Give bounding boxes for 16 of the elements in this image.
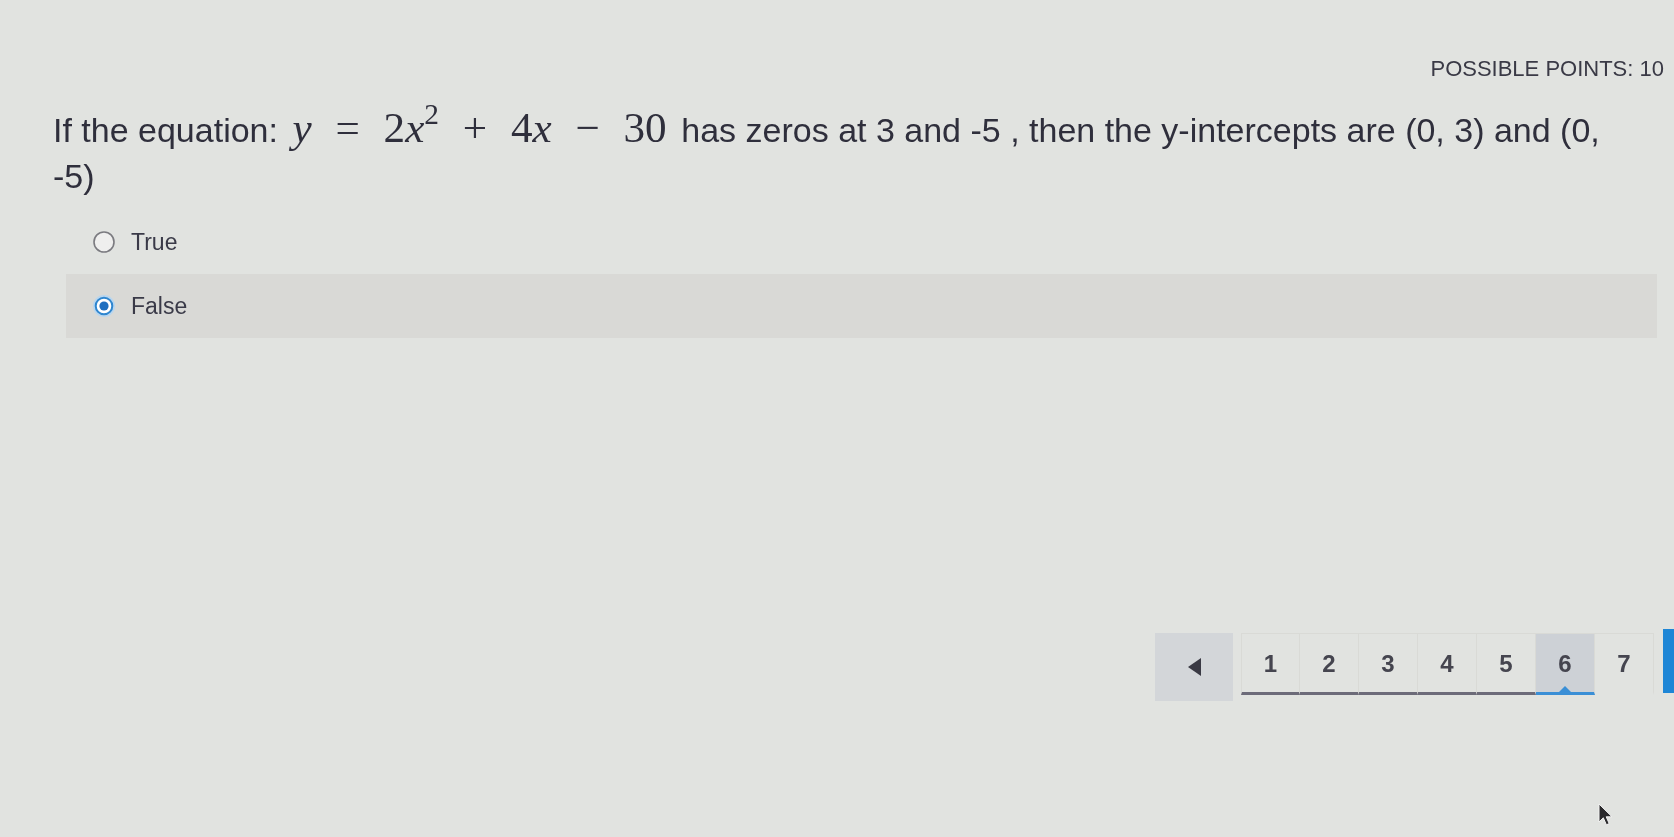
page-button[interactable]: 3 (1359, 633, 1418, 695)
question-text: If the equation: y = 2x$^{2}$ + 4x − 30 has zeros at 3 and -5 , then the y-intercepts are (0, 3) and (0, -5) (53, 105, 1601, 197)
option-label[interactable]: False (131, 292, 188, 320)
caret-up-icon (1559, 686, 1571, 692)
option-label[interactable]: True (131, 228, 178, 256)
page-button[interactable]: 7 (1595, 633, 1654, 695)
page-button[interactable]: 2 (1300, 633, 1359, 695)
page-button[interactable]: 6 (1536, 633, 1595, 695)
mouse-pointer-icon (1598, 803, 1613, 826)
caret-left-icon (1187, 658, 1201, 676)
radio-button[interactable] (93, 231, 115, 253)
radio-button[interactable] (93, 295, 115, 317)
page-button[interactable]: 1 (1241, 633, 1300, 695)
page-button[interactable]: 4 (1418, 633, 1477, 695)
possible-points: POSSIBLE POINTS: 10 (1430, 57, 1664, 81)
previous-button[interactable] (1155, 633, 1233, 701)
